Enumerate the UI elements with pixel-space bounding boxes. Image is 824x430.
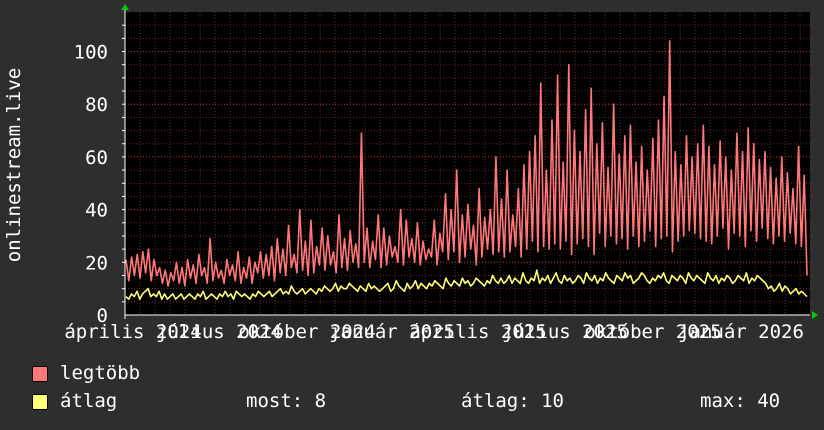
plot-area [125,12,810,315]
x-tick-labels: április 2024július 2024október 2024januá… [64,321,804,343]
stat-now: most: 8 [246,390,327,412]
x-axis-arrow [812,311,818,319]
legend-label-avg: átlag [60,390,118,412]
legend-swatch-max [32,365,48,382]
y-tick-label: 20 [85,252,108,274]
y-tick-label: 100 [74,42,108,64]
legend-item-avg: átlag [32,390,117,412]
y-axis-arrow [121,4,129,10]
stat-max: max: 40 [700,390,781,412]
x-tick-label: január 2026 [678,321,804,343]
legend-swatch-avg [32,393,48,410]
y-tick-labels: 020406080100 [74,42,108,327]
y-tick-label: 40 [85,200,108,222]
y-tick-label: 80 [85,94,108,116]
legend-label-max: legtöbb [60,362,141,384]
y-tick-label: 60 [85,147,108,169]
stat-average: átlag: 10 [461,390,564,412]
y-axis-label: onlinestream.live [3,68,25,262]
legend-item-max: legtöbb [32,362,140,384]
